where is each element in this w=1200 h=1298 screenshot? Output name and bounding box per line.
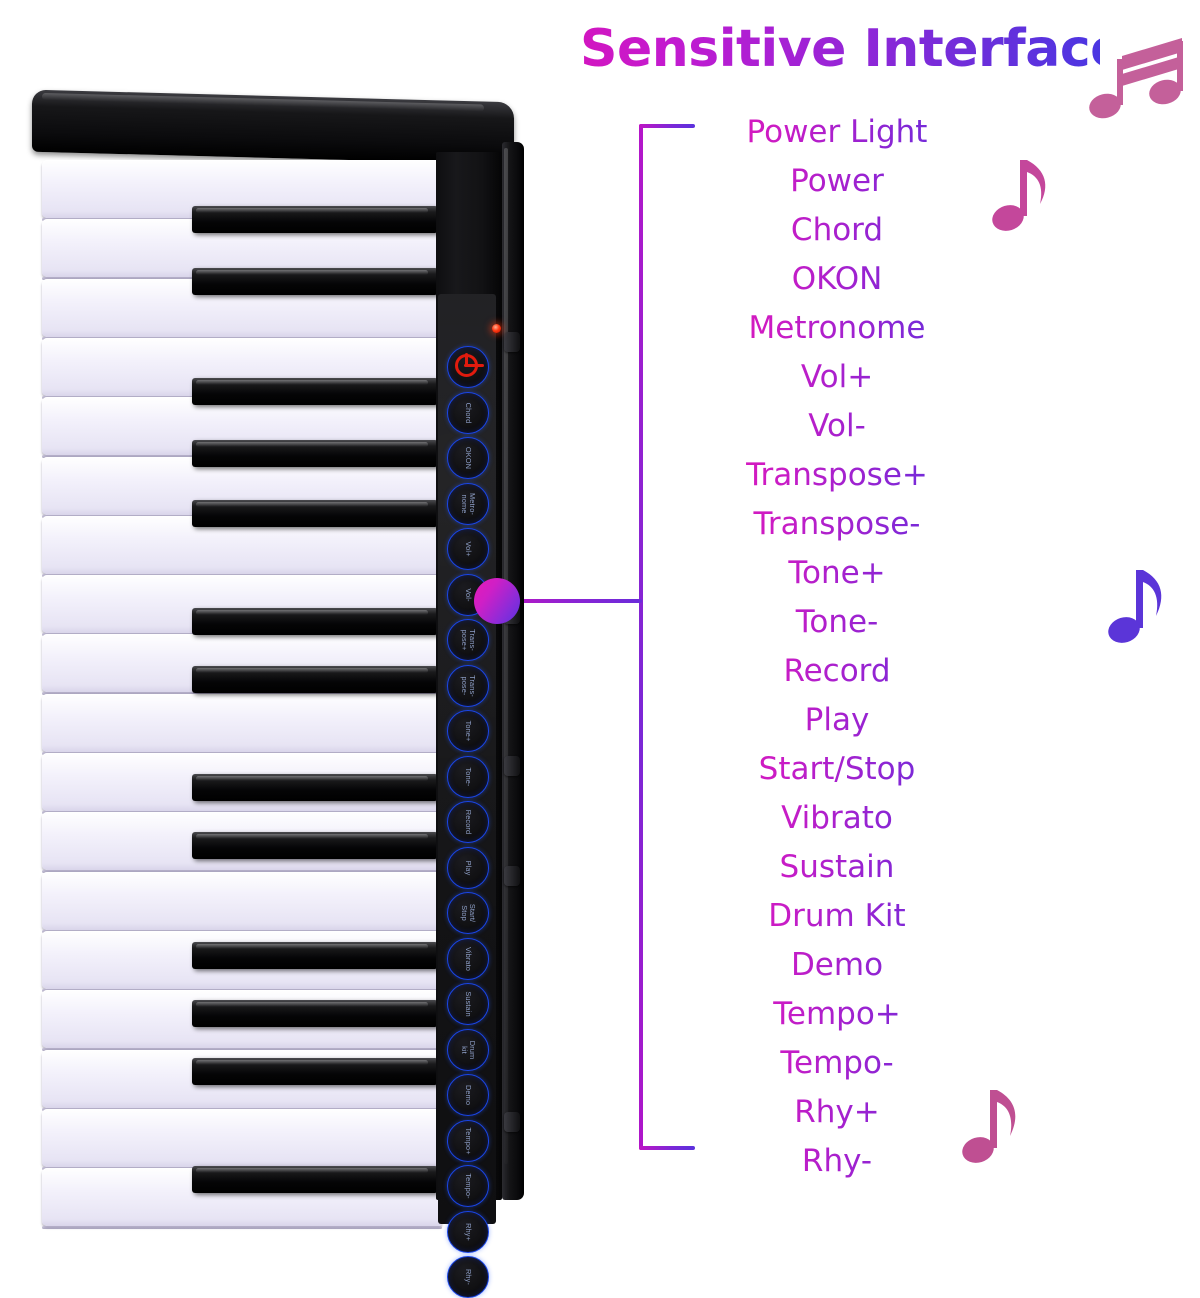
control-button-chord[interactable]: Chord [447,391,489,434]
callout-dot [474,578,520,624]
feature-label: Drum Kit [706,892,968,941]
control-button-label: Chord [464,402,473,423]
control-button-label: Vol- [464,587,473,602]
control-button-tone[interactable]: Tone- [447,755,489,798]
feature-label-list: Power Light Power Chord OKON Metronome Vol+ Vo… [706,108,968,1186]
control-button-trans-pose[interactable]: Trans- pose+ [447,619,489,661]
piano-black-key[interactable] [192,268,440,295]
piano-black-key[interactable] [192,440,440,467]
control-button-rhy[interactable]: Rhy- [447,1256,489,1298]
piano-white-key[interactable] [42,871,442,933]
digital-piano-keyboard: Chord OKON Metro- nome Vol+ Vol- Trans- pose+… [28,89,528,1298]
control-button-label: Drum kit [460,1040,477,1059]
control-button-label: Tempo+ [464,1126,473,1155]
power-icon [455,353,484,380]
feature-label: Tone- [706,598,968,647]
control-button-label: Vibrato [464,946,473,971]
control-button-demo[interactable]: Demo [447,1074,489,1116]
callout-bracket-bottom-stub [639,1146,695,1150]
feature-label: OKON [706,255,968,304]
feature-label: Tone+ [706,549,968,598]
control-button-play[interactable]: Play [447,846,489,889]
piano-black-key[interactable] [192,500,440,527]
side-port-5 [504,1112,520,1132]
control-button-label: Rhy- [464,1268,473,1285]
piano-black-key[interactable] [192,832,440,859]
feature-label: Tempo- [706,1039,968,1088]
feature-label: Vibrato [706,794,968,843]
control-button-record[interactable]: Record [447,801,489,843]
control-button-okon[interactable]: OKON [447,437,489,479]
feature-label: Transpose+ [706,451,968,500]
side-port-3 [504,756,520,776]
control-button-label: Play [464,860,473,875]
piano-black-key[interactable] [192,1000,440,1027]
eighth-note-icon [1108,570,1162,643]
feature-label: Metronome [706,304,968,353]
feature-label: Record [706,647,968,696]
eighth-note-icon [962,1090,1016,1163]
control-button-label: Tone+ [464,720,473,742]
page-title: Sensitive Interface [580,19,1125,79]
feature-label: Play [706,696,968,745]
side-port-1 [504,332,520,352]
keyboard-side-edge [502,142,524,1200]
control-button-label: Demo [464,1084,473,1106]
control-button-start-stop[interactable]: Start/ Stop [447,892,489,934]
feature-label: Tempo+ [706,990,968,1039]
control-button-tone[interactable]: Tone+ [447,710,489,752]
piano-black-key[interactable] [192,774,440,801]
piano-white-key[interactable] [42,693,442,755]
control-button-vol[interactable]: Vol+ [447,528,489,570]
feature-label: Power [706,157,968,206]
control-button-label: OKON [464,446,473,470]
power-light-led [492,324,501,333]
eighth-note-icon [992,160,1046,231]
piano-black-key[interactable] [192,608,440,635]
control-button-label: Tone- [464,767,473,786]
feature-label: Vol+ [706,353,968,402]
piano-white-key[interactable] [42,1108,442,1170]
callout-bracket-top-stub [639,124,695,128]
feature-label: Power Light [706,108,968,157]
feature-label: Start/Stop [706,745,968,794]
piano-black-key[interactable] [192,1058,440,1085]
feature-label: Demo [706,941,968,990]
control-button-tempo[interactable]: Tempo- [447,1165,489,1207]
control-button-label: Sustain [464,991,473,1017]
callout-bracket-vertical [639,124,643,1150]
control-button-sustain[interactable]: Sustain [447,983,489,1025]
control-button-label: Record [464,809,473,835]
control-button-label: Trans- pose- [460,674,477,697]
control-button-label: Tempo- [464,1173,473,1199]
control-button-label: Start/ Stop [460,903,477,923]
piano-black-key[interactable] [192,206,440,233]
control-button-drum-kit[interactable]: Drum kit [447,1028,489,1071]
feature-label: Transpose- [706,500,968,549]
control-panel: Chord OKON Metro- nome Vol+ Vol- Trans- pose+… [438,294,501,1298]
side-port-4 [504,866,520,886]
piano-black-key[interactable] [192,942,440,969]
control-button-label: Trans- pose+ [460,629,477,651]
power-button[interactable] [447,346,489,388]
feature-label: Vol- [706,402,968,451]
control-button-label: Vol+ [464,541,473,557]
control-button-tempo[interactable]: Tempo+ [447,1119,489,1162]
piano-black-key[interactable] [192,1166,440,1193]
piano-black-key[interactable] [192,666,440,693]
feature-label: Sustain [706,843,968,892]
control-button-label: Rhy+ [464,1222,473,1241]
control-button-vibrato[interactable]: Vibrato [447,937,489,980]
piano-black-key[interactable] [192,378,440,405]
control-button-trans-pose[interactable]: Trans- pose- [447,664,489,707]
control-button-label: Metro- nome [460,492,477,515]
control-button-rhy[interactable]: Rhy+ [447,1210,489,1253]
feature-label: Chord [706,206,968,255]
beamed-eighth-notes-icon [1089,38,1183,119]
infographic-canvas: Chord OKON Metro- nome Vol+ Vol- Trans- pose+… [0,0,1200,1298]
feature-label: Rhy- [706,1137,968,1186]
feature-label: Rhy+ [706,1088,968,1137]
control-button-metro-nome[interactable]: Metro- nome [447,482,489,525]
